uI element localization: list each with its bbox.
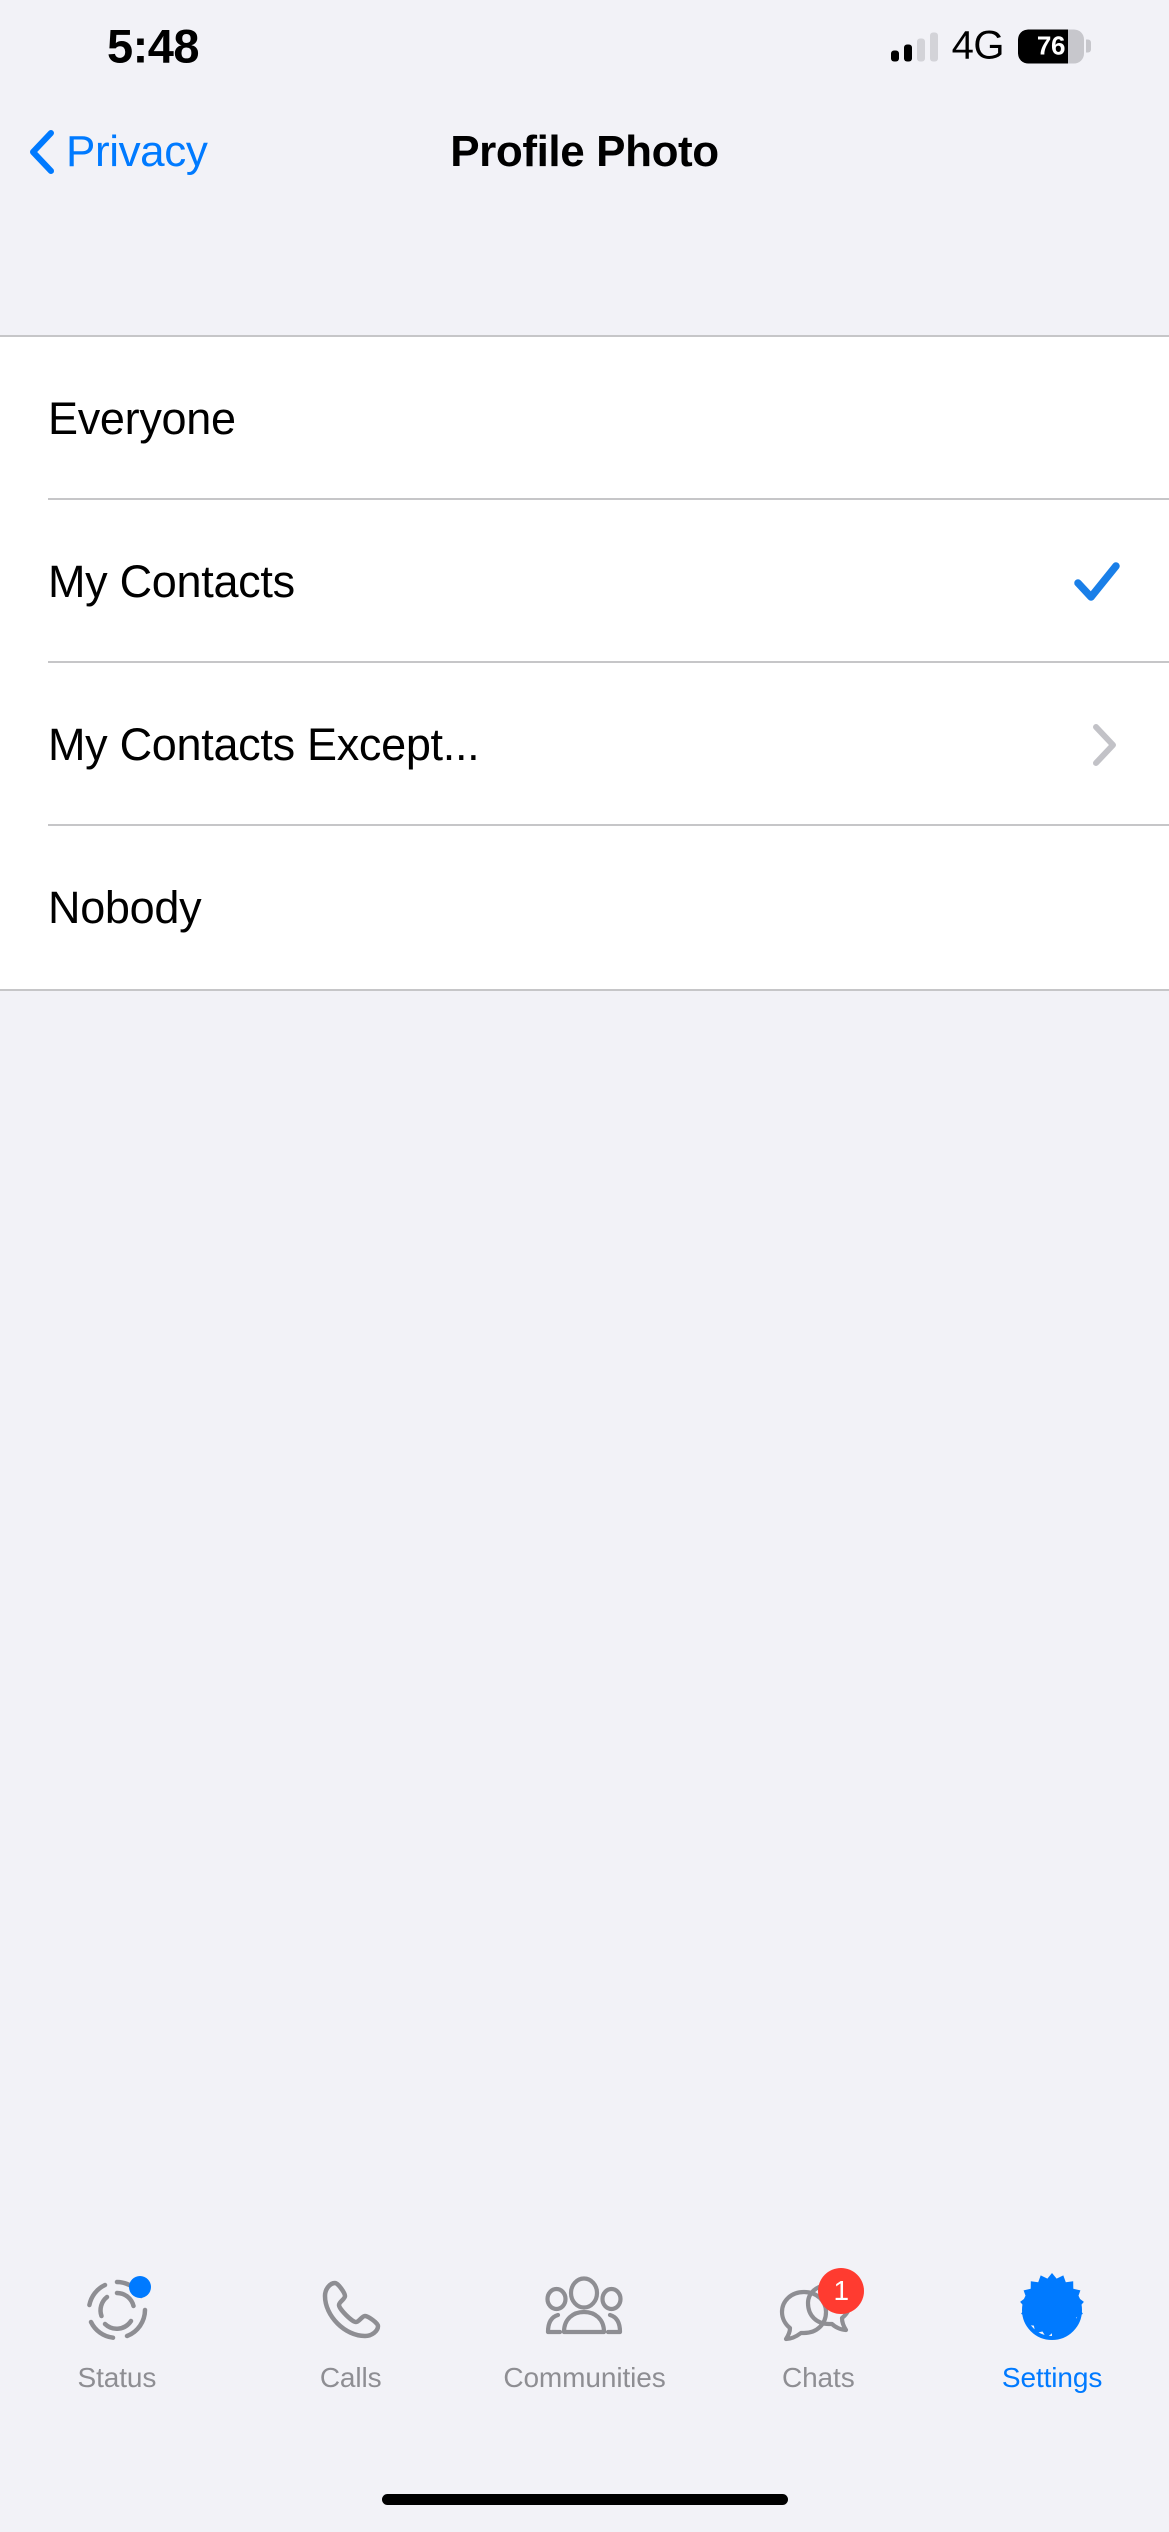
tab-icon-container: 1 (770, 2266, 866, 2354)
tab-icon-container (1004, 2266, 1100, 2354)
option-label: My Contacts (48, 555, 295, 607)
tab-status[interactable]: Status (0, 2266, 234, 2394)
tab-icon-container (69, 2266, 165, 2354)
battery-icon: 76 (1018, 29, 1091, 63)
tab-communities[interactable]: Communities (468, 2266, 702, 2394)
privacy-options-list: Everyone My Contacts My Contacts Except.… (0, 335, 1169, 991)
option-row-my-contacts[interactable]: My Contacts (0, 500, 1169, 663)
chevron-left-icon (30, 130, 54, 174)
back-button-label: Privacy (66, 127, 208, 176)
option-label: Everyone (48, 392, 236, 444)
tab-chats[interactable]: 1 Chats (701, 2266, 935, 2394)
gear-icon (1020, 2273, 1084, 2340)
tab-label: Communities (503, 2362, 666, 2393)
option-label: Nobody (48, 881, 202, 933)
communities-people-icon (545, 2276, 624, 2335)
home-indicator[interactable] (381, 2493, 788, 2505)
tab-icon-container (536, 2266, 632, 2354)
cellular-signal-icon (890, 31, 938, 61)
tab-bar: Status Calls Communities 1 Chats Setting… (0, 2258, 1169, 2466)
tab-calls[interactable]: Calls (234, 2266, 468, 2394)
home-indicator-area (0, 2466, 1169, 2532)
status-bar-time: 5:48 (107, 19, 200, 73)
app-screen: 5:48 4G 76 Privacy Profile Photo Everyon… (0, 0, 1169, 2532)
chats-unread-badge: 1 (818, 2268, 865, 2314)
tab-label: Calls (319, 2362, 382, 2393)
option-row-everyone[interactable]: Everyone (0, 337, 1169, 500)
section-top-spacer (0, 207, 1169, 335)
status-unread-dot (128, 2276, 151, 2298)
tab-label: Chats (781, 2362, 855, 2393)
option-row-nobody[interactable]: Nobody (0, 826, 1169, 989)
back-button[interactable]: Privacy (28, 97, 221, 207)
status-bar: 5:48 4G 76 (0, 0, 1169, 97)
checkmark-icon (1074, 561, 1120, 601)
battery-cap (1086, 39, 1091, 53)
navigation-bar: Privacy Profile Photo (0, 97, 1169, 207)
content-area: Everyone My Contacts My Contacts Except.… (0, 207, 1169, 2258)
chevron-right-icon (1093, 723, 1116, 766)
tab-label: Status (77, 2362, 157, 2393)
phone-icon (322, 2280, 380, 2339)
option-label: My Contacts Except... (48, 718, 480, 770)
tab-label: Settings (1001, 2362, 1103, 2393)
tab-icon-container (303, 2266, 399, 2354)
battery-percent-label: 76 (1036, 30, 1066, 61)
option-row-my-contacts-except[interactable]: My Contacts Except... (0, 663, 1169, 826)
network-type-label: 4G (951, 23, 1005, 68)
status-bar-indicators: 4G 76 (890, 23, 1091, 69)
tab-settings[interactable]: Settings (935, 2266, 1169, 2394)
